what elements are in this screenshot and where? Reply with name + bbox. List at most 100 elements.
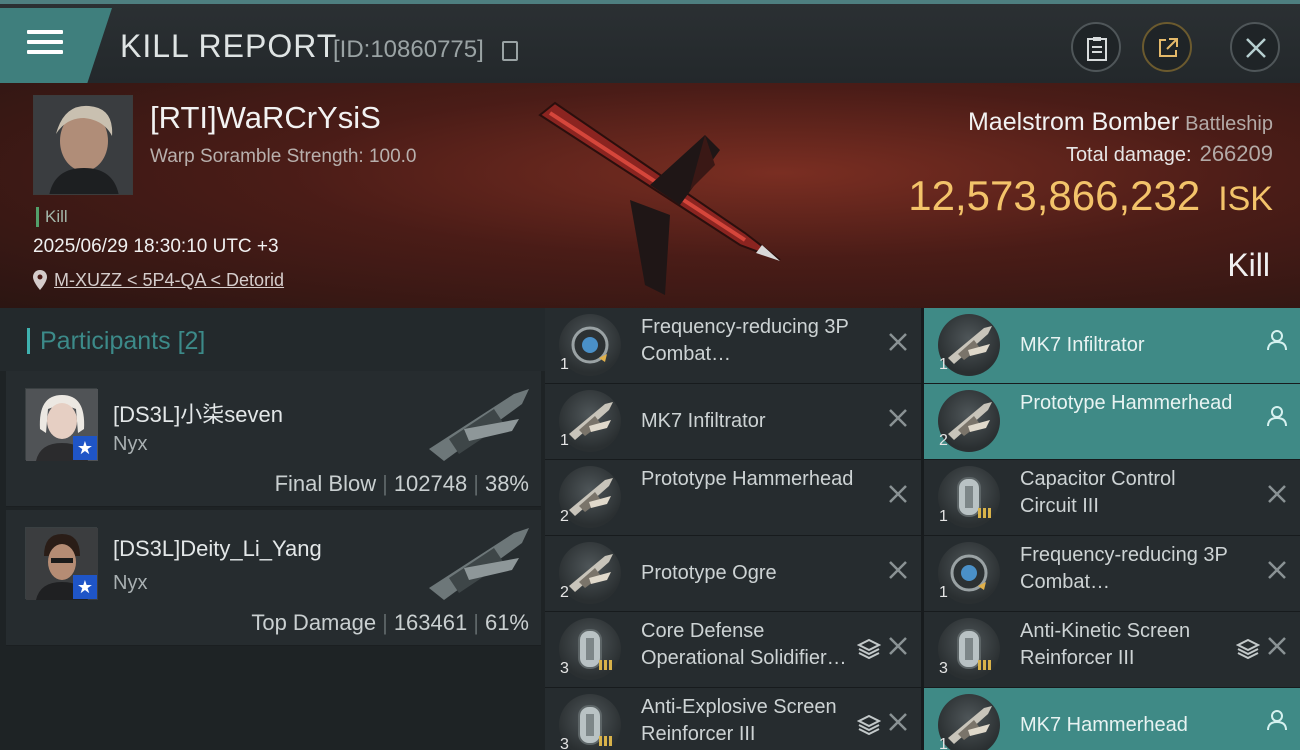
victim-name[interactable]: [RTI]WaRCrYsiS — [150, 100, 381, 136]
destroyed-icon — [887, 405, 909, 436]
item-name: Anti-Kinetic Screen Reinforcer III — [1020, 620, 1191, 669]
item-row[interactable]: 1 Frequency-reducing 3P Combat… — [545, 308, 921, 383]
item-row[interactable]: 1 Frequency-reducing 3P Combat… — [924, 536, 1300, 611]
item-row[interactable]: 1 MK7 Infiltrator — [545, 384, 921, 459]
item-name: Prototype Hammerhead — [1020, 392, 1233, 414]
report-id: [ID:10860775] — [333, 36, 484, 63]
participant-ship-icon — [429, 389, 529, 461]
item-quantity: 1 — [939, 736, 948, 750]
kill-tag: Kill — [36, 207, 68, 227]
isk-amount: 12,573,866,232 — [908, 172, 1201, 219]
item-name: Prototype Hammerhead — [641, 468, 854, 490]
star-badge-icon: ★ — [73, 575, 97, 599]
item-quantity: 3 — [939, 660, 948, 677]
isk-unit: ISK — [1218, 180, 1273, 218]
participant-stats: Top Damage | 163461 | 61% — [251, 610, 529, 635]
stack-icon — [856, 637, 882, 666]
total-damage-value: 266209 — [1199, 141, 1273, 166]
stack-icon — [856, 713, 882, 742]
close-icon — [1246, 38, 1266, 58]
top-bar: KILL REPORT [ID:10860775] — [0, 0, 1300, 83]
item-name: Prototype Ogre — [641, 562, 777, 584]
item-row[interactable]: 3 Core Defense Operational Solidifier… — [545, 612, 921, 687]
item-quantity: 1 — [939, 584, 948, 601]
item-name: Frequency-reducing 3P Combat… — [1020, 544, 1228, 593]
item-quantity: 3 — [560, 660, 569, 677]
clipboard-button[interactable] — [1071, 22, 1121, 72]
item-name: Anti-Explosive Screen Reinforcer III — [641, 696, 837, 745]
page-title: KILL REPORT — [120, 28, 338, 64]
item-row[interactable]: 1 MK7 Hammerhead — [924, 688, 1300, 750]
item-quantity: 1 — [939, 508, 948, 525]
total-damage: Total damage: 266209 — [1066, 141, 1273, 167]
location-link[interactable]: M-XUZZ < 5P4-QA < Detorid — [54, 270, 284, 291]
item-name: MK7 Infiltrator — [641, 410, 766, 432]
item-row[interactable]: 2 Prototype Ogre — [545, 536, 921, 611]
menu-button[interactable] — [0, 8, 112, 83]
item-name: Frequency-reducing 3P Combat… — [641, 316, 849, 365]
item-quantity: 2 — [560, 584, 569, 601]
participant-name: [DS3L]Deity_Li_Yang — [113, 536, 322, 561]
participants-header: Participants [2] — [0, 308, 545, 371]
star-badge-icon: ★ — [73, 436, 97, 460]
participant-percent: 38% — [484, 471, 529, 496]
destroyed-icon — [887, 481, 909, 512]
item-quantity: 2 — [560, 508, 569, 525]
item-row[interactable]: 2 Prototype Hammerhead — [924, 384, 1300, 459]
item-quantity: 1 — [560, 356, 569, 373]
participant-ship-icon — [429, 528, 529, 600]
item-name: MK7 Hammerhead — [1020, 714, 1188, 736]
participant-role: Top Damage — [251, 610, 377, 635]
item-row[interactable]: 3 Anti-Explosive Screen Reinforcer III — [545, 688, 921, 750]
kill-timestamp: 2025/06/29 18:30:10 UTC +3 — [33, 236, 279, 257]
participants-title: Participants [2] — [40, 327, 206, 355]
ship-render — [538, 101, 781, 295]
victim-ship[interactable]: Maelstrom Bomber Battleship — [968, 108, 1273, 137]
menu-icon — [27, 30, 63, 62]
participant-ship: Nyx — [113, 572, 148, 594]
participant-row[interactable]: ★ [DS3L]小柒seven Nyx Final Blow | 102748 | 38… — [6, 371, 541, 507]
participant-damage: 163461 — [393, 610, 468, 635]
item-row[interactable]: 1 Capacitor Control Circuit III — [924, 460, 1300, 535]
destroyed-icon — [1266, 481, 1288, 512]
destroyed-icon — [887, 709, 909, 740]
ship-name: Maelstrom Bomber — [967, 108, 1180, 136]
destroyed-icon — [1266, 557, 1288, 588]
item-name: Capacitor Control Circuit III — [1020, 468, 1176, 517]
participant-ship: Nyx — [113, 433, 148, 455]
isk-value: 12,573,866,232 ISK — [908, 172, 1273, 220]
participant-percent: 61% — [484, 610, 529, 635]
ship-class: Battleship — [1185, 113, 1273, 135]
items-panel: 1 Frequency-reducing 3P Combat… 1 MK7 Infil… — [545, 308, 1300, 750]
participant-damage: 102748 — [393, 471, 468, 496]
participants-panel: Participants [2] ★ [DS3L]小柒seven Nyx Fin… — [0, 308, 545, 750]
participant-name: [DS3L]小柒seven — [113, 402, 283, 427]
participant-row[interactable]: ★ [DS3L]Deity_Li_Yang Nyx Top Damage | 163… — [6, 510, 541, 646]
item-quantity: 2 — [939, 432, 948, 449]
item-quantity: 3 — [560, 736, 569, 750]
pilot-icon — [1266, 709, 1288, 736]
share-icon — [1159, 38, 1178, 57]
item-quantity: 1 — [939, 356, 948, 373]
participant-stats: Final Blow | 102748 | 38% — [274, 471, 529, 496]
item-row[interactable]: 2 Prototype Hammerhead — [545, 460, 921, 535]
share-button[interactable] — [1142, 22, 1192, 72]
warp-scramble-strength: Warp Soramble Strength: 100.0 — [150, 146, 417, 167]
total-damage-label: Total damage: — [1065, 144, 1192, 166]
item-quantity: 1 — [560, 432, 569, 449]
item-name: MK7 Infiltrator — [1020, 334, 1145, 356]
destroyed-icon — [887, 633, 909, 664]
item-name: Core Defense Operational Solidifier… — [641, 620, 847, 669]
destroyed-icon — [1266, 633, 1288, 664]
item-row[interactable]: 1 MK7 Infiltrator — [924, 308, 1300, 383]
clipboard-icon — [1087, 37, 1107, 61]
victim-portrait[interactable] — [33, 95, 133, 195]
item-row[interactable]: 3 Anti-Kinetic Screen Reinforcer III — [924, 612, 1300, 687]
destroyed-icon — [887, 329, 909, 360]
pilot-icon — [1266, 329, 1288, 356]
close-button[interactable] — [1230, 22, 1280, 72]
location-pin-icon — [33, 270, 47, 290]
copy-icon[interactable] — [502, 41, 518, 61]
pilot-icon — [1266, 405, 1288, 432]
participants-count: [2] — [177, 327, 206, 355]
